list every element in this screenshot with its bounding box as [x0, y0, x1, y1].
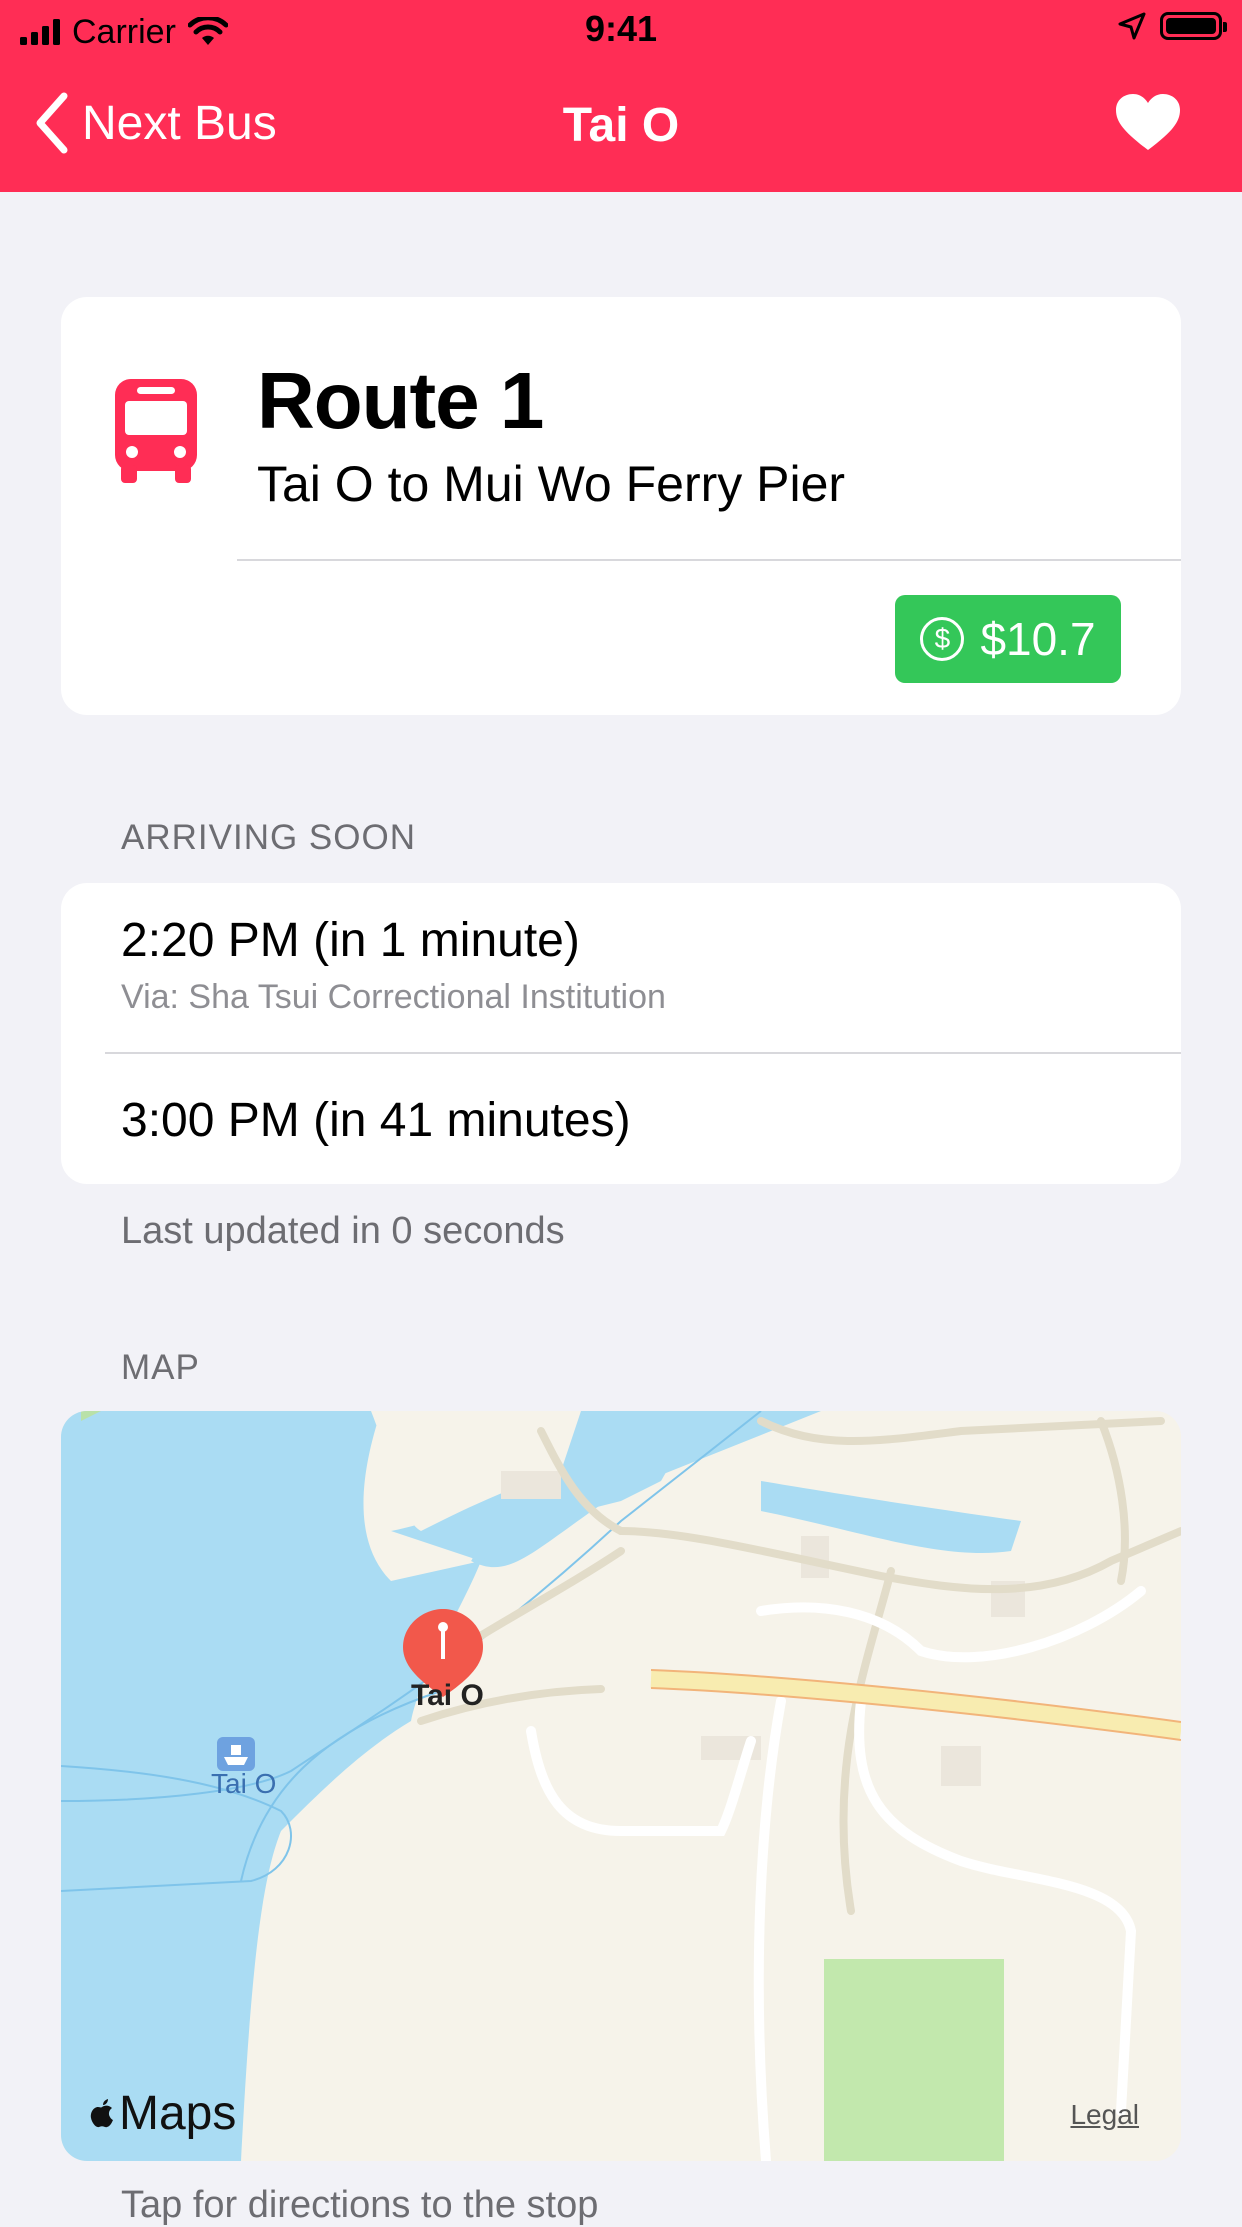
route-subtitle: Tai O to Mui Wo Ferry Pier	[257, 456, 846, 512]
route-card: Route 1 Tai O to Mui Wo Ferry Pier $ $10…	[61, 297, 1181, 715]
arrival-row[interactable]: 3:00 PM (in 41 minutes)	[121, 1093, 1181, 1148]
map-pin-label: Tai O	[411, 1679, 484, 1712]
route-title: Route 1	[257, 356, 544, 445]
maps-brand: Maps	[119, 2087, 237, 2140]
map-view[interactable]: Tai O Tai O Maps Legal	[61, 1411, 1181, 2161]
fare-amount: $10.7	[980, 613, 1096, 665]
apple-logo-icon	[90, 2098, 113, 2127]
map-header: MAP	[121, 1348, 200, 1387]
heart-icon	[1116, 94, 1180, 150]
arrival-row[interactable]: 2:20 PM (in 1 minute) Via: Sha Tsui Corr…	[121, 913, 1181, 1017]
location-arrow-icon	[1118, 12, 1146, 40]
favorite-button[interactable]	[1114, 92, 1182, 157]
navigation-bar: Next Bus Tai O	[0, 62, 1242, 192]
page-title: Tai O	[562, 99, 680, 152]
arrivals-card: 2:20 PM (in 1 minute) Via: Sha Tsui Corr…	[61, 883, 1181, 1184]
legal-link[interactable]: Legal	[1070, 2099, 1139, 2131]
dollar-icon: $	[920, 617, 965, 661]
status-bar: Carrier 9:41	[0, 0, 1242, 62]
status-right	[1118, 12, 1227, 40]
map-footer-text: Tap for directions to the stop	[121, 2184, 599, 2226]
last-updated-text: Last updated in 0 seconds	[121, 1210, 565, 1252]
arrival-time: 2:20 PM (in 1 minute)	[121, 914, 580, 967]
status-time: 9:41	[584, 8, 658, 49]
arrival-time: 3:00 PM (in 41 minutes)	[121, 1094, 631, 1147]
arrival-via: Via: Sha Tsui Correctional Institution	[121, 978, 666, 1016]
maps-logo: Maps	[89, 2086, 236, 2141]
ferry-pier-label: Tai O	[211, 1768, 277, 1799]
divider	[105, 1052, 1181, 1054]
divider	[237, 559, 1181, 561]
bus-icon	[115, 379, 197, 483]
battery-icon	[1160, 12, 1227, 40]
fare-button[interactable]: $ $10.7	[895, 595, 1121, 683]
arriving-soon-header: ARRIVING SOON	[121, 818, 416, 857]
header: Carrier 9:41 Next Bus Tai O	[0, 0, 1242, 192]
